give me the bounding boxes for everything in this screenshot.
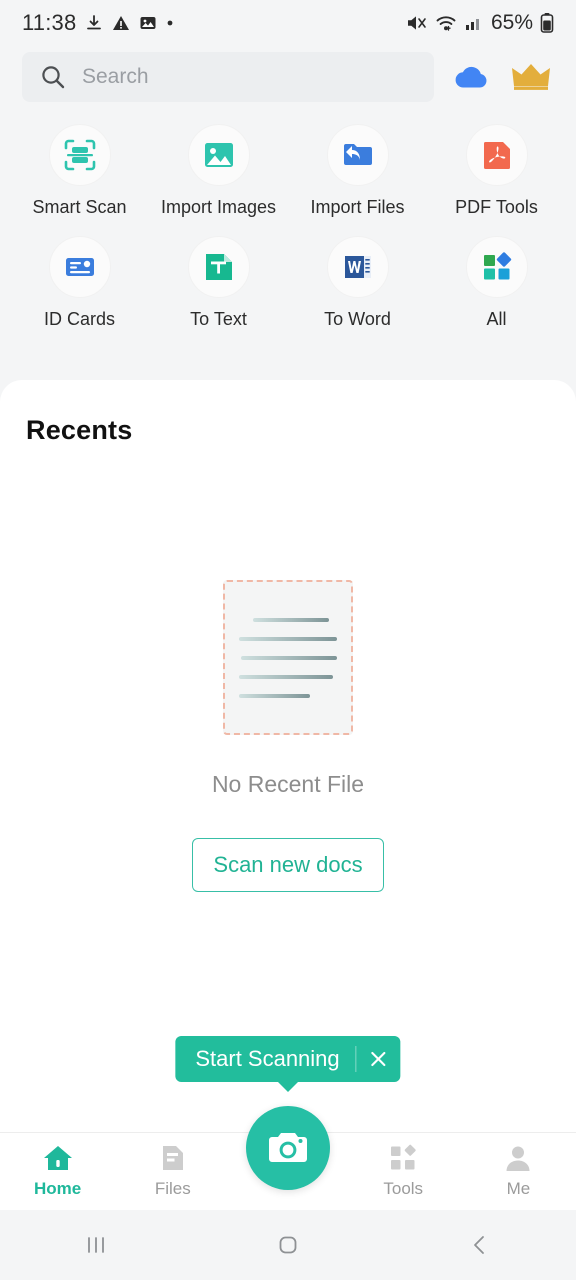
nav-label: Tools	[383, 1179, 424, 1198]
id-cards-icon	[48, 236, 111, 298]
start-scanning-tooltip[interactable]: Start Scanning	[175, 1036, 401, 1082]
nav-item-home[interactable]: Home	[0, 1144, 115, 1199]
quick-action-label: To Word	[324, 309, 391, 329]
system-nav-bar	[0, 1210, 576, 1280]
quick-action-label: Import Files	[310, 197, 405, 217]
recents-icon[interactable]	[0, 1232, 192, 1258]
quick-action-smart-scan[interactable]: Smart Scan	[10, 124, 149, 218]
doc-line	[240, 655, 337, 660]
back-chevron-icon[interactable]	[384, 1232, 576, 1258]
battery-icon	[540, 12, 554, 34]
app-screen: 11:38 65% Search Smart Scan Import Image…	[0, 0, 576, 1280]
quick-action-id-cards[interactable]: ID Cards	[10, 236, 149, 330]
status-bar-right: 65%	[406, 11, 554, 35]
image-icon	[139, 14, 157, 32]
nav-item-me[interactable]: Me	[461, 1144, 576, 1199]
quick-action-label: To Text	[190, 309, 247, 329]
battery-percent: 65%	[490, 11, 533, 34]
search-icon	[40, 64, 66, 90]
home-icon	[43, 1144, 73, 1172]
cloud-icon[interactable]	[448, 55, 494, 99]
status-time: 11:38	[22, 10, 77, 35]
quick-action-label: All	[486, 309, 507, 329]
import-images-icon	[187, 124, 250, 186]
tooltip-label: Start Scanning	[195, 1046, 340, 1071]
to-text-icon	[187, 236, 250, 298]
to-word-icon	[326, 236, 389, 298]
doc-line	[239, 636, 337, 641]
search-row: Search	[0, 46, 576, 116]
quick-action-import-files[interactable]: Import Files	[288, 124, 427, 218]
signal-icon	[464, 13, 484, 33]
status-bar: 11:38 65%	[0, 0, 576, 46]
pdf-tools-icon	[465, 124, 528, 186]
camera-fab-button[interactable]	[246, 1106, 330, 1190]
camera-icon	[267, 1129, 309, 1167]
search-placeholder: Search	[82, 65, 149, 88]
person-icon	[504, 1144, 532, 1172]
nav-label: Home	[33, 1179, 82, 1198]
recents-empty-state: No Recent File Scan new docs	[0, 580, 576, 892]
quick-actions-grid: Smart Scan Import Images Import Files PD…	[0, 116, 576, 356]
quick-action-pdf-tools[interactable]: PDF Tools	[427, 124, 566, 218]
quick-action-all[interactable]: All	[427, 236, 566, 330]
nav-label: Files	[154, 1179, 191, 1198]
quick-action-to-text[interactable]: To Text	[149, 236, 288, 330]
search-input[interactable]: Search	[22, 52, 434, 102]
import-files-icon	[326, 124, 389, 186]
smart-scan-icon	[48, 124, 111, 186]
nav-label: Me	[506, 1179, 531, 1198]
tooltip-arrow	[277, 1081, 299, 1092]
quick-action-label: ID Cards	[43, 309, 115, 329]
wifi-icon	[435, 13, 457, 33]
close-icon[interactable]	[357, 1049, 401, 1069]
doc-line	[239, 674, 334, 679]
all-tools-icon	[465, 236, 528, 298]
quick-action-label: Import Images	[160, 197, 277, 217]
mute-icon	[406, 13, 428, 33]
warning-icon	[112, 14, 130, 32]
empty-document-icon	[223, 580, 353, 735]
status-bar-left: 11:38	[22, 10, 174, 36]
nav-item-tools[interactable]: Tools	[346, 1144, 461, 1199]
empty-state-text: No Recent File	[211, 771, 365, 797]
scan-new-docs-button[interactable]: Scan new docs	[192, 838, 384, 892]
doc-line	[239, 693, 310, 698]
doc-line	[252, 617, 330, 622]
quick-action-import-images[interactable]: Import Images	[149, 124, 288, 218]
home-square-icon[interactable]	[192, 1232, 384, 1258]
files-icon	[159, 1144, 187, 1172]
tools-icon	[389, 1144, 417, 1172]
nav-item-files[interactable]: Files	[115, 1144, 230, 1199]
crown-icon[interactable]	[508, 55, 554, 99]
quick-action-label: PDF Tools	[455, 197, 538, 217]
recents-title: Recents	[26, 415, 133, 445]
dot-icon	[166, 19, 174, 27]
quick-action-to-word[interactable]: To Word	[288, 236, 427, 330]
download-icon	[85, 14, 103, 32]
quick-action-label: Smart Scan	[32, 197, 127, 217]
